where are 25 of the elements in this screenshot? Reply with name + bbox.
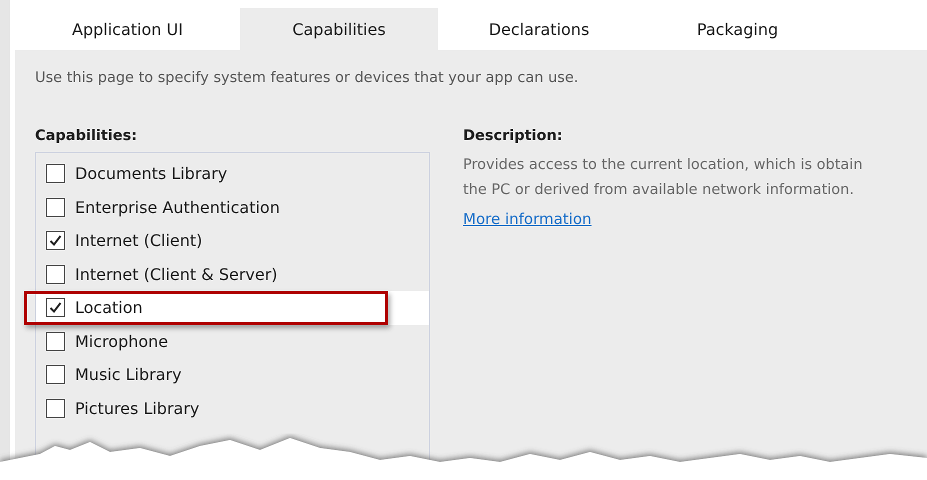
capabilities-heading: Capabilities: (35, 128, 138, 144)
capability-item[interactable]: Documents Library (24, 157, 429, 190)
checkbox[interactable] (46, 198, 65, 217)
capability-item[interactable]: Enterprise Authentication (24, 190, 429, 224)
capability-item[interactable]: Music Library (24, 358, 429, 392)
checkbox[interactable] (46, 332, 65, 351)
checkmark-icon (49, 301, 62, 314)
more-information-link[interactable]: More information (463, 210, 592, 228)
description-text: the PC or derived from available network information. (463, 181, 855, 200)
checkbox[interactable] (46, 398, 65, 418)
description-text: Provides access to the current location, which is obtain (463, 156, 863, 175)
intro-text: Use this page to specify system features or devices that your app can use. (35, 70, 580, 86)
checkbox[interactable] (46, 231, 65, 250)
capability-item[interactable]: Location (24, 291, 429, 324)
capability-item[interactable]: Internet (Client & Server) (24, 258, 429, 291)
tab[interactable]: Capabilities (240, 8, 438, 50)
capability-item[interactable]: Internet (Client) (24, 224, 429, 258)
checkbox[interactable] (46, 264, 65, 284)
checkbox[interactable] (46, 365, 65, 384)
capability-item[interactable]: Pictures Library (24, 392, 429, 425)
checkbox[interactable] (46, 164, 65, 184)
description-heading: Description: (463, 128, 564, 144)
checkmark-icon (49, 234, 62, 248)
capability-item[interactable]: Microphone (24, 324, 429, 358)
checkbox[interactable] (46, 298, 65, 318)
